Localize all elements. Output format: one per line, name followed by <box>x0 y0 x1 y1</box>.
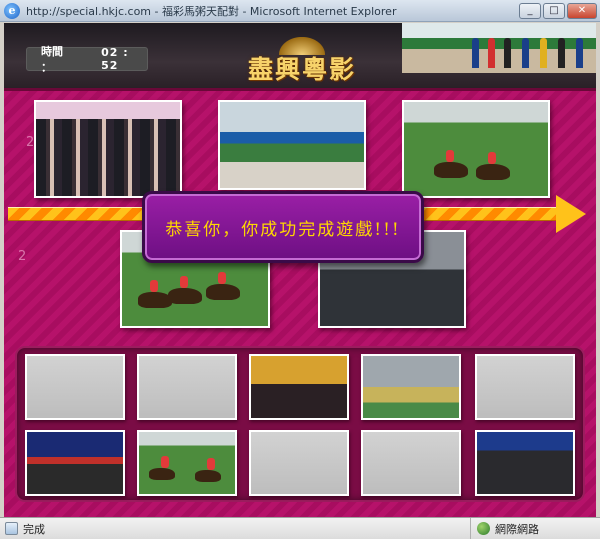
tray-slot-photo-award-banner[interactable] <box>25 430 125 496</box>
photo-horse-race-finish[interactable] <box>402 100 550 198</box>
window-titlebar: e http://special.hkjc.com - 福彩馬粥天配對 - Mi… <box>0 0 600 22</box>
photo-track-presentation[interactable] <box>218 100 366 190</box>
header-racecourse-photo <box>402 23 596 73</box>
tray-slot-photo-trophy-group[interactable] <box>475 430 575 496</box>
close-button[interactable]: ✕ <box>567 3 597 19</box>
matching-tray <box>15 346 585 502</box>
game-logo: 盡興粵影 <box>240 37 364 91</box>
photo-owners-group[interactable] <box>34 100 182 198</box>
browser-icon: e <box>4 2 20 19</box>
game-area: 時間 ： 02 : 52 盡興粵影 2 2 F F <box>4 23 596 517</box>
logo-crest-icon <box>279 37 325 55</box>
security-zone: 網際網路 <box>470 518 539 539</box>
tray-slot-photo-race[interactable] <box>137 430 237 496</box>
page-icon <box>5 522 18 535</box>
tray-slot-empty[interactable] <box>137 354 237 420</box>
tray-slot-empty[interactable] <box>475 354 575 420</box>
success-message: 恭喜你，你成功完成遊戲!!! <box>165 219 401 240</box>
success-message-popup: 恭喜你，你成功完成遊戲!!! <box>142 191 424 263</box>
minimize-button[interactable]: _ <box>519 3 541 19</box>
tray-slot-empty[interactable] <box>249 430 349 496</box>
browser-statusbar: 完成 網際網路 <box>0 517 600 539</box>
ghost-mark: 2 <box>18 249 27 264</box>
zone-label: 網際網路 <box>495 522 539 536</box>
window-title: http://special.hkjc.com - 福彩馬粥天配對 - Micr… <box>26 4 397 18</box>
game-header: 時間 ： 02 : 52 盡興粵影 <box>4 23 596 91</box>
ghost-mark: 2 <box>26 135 35 150</box>
timer-label: 時間 ： <box>41 45 63 74</box>
tray-slot-empty[interactable] <box>361 430 461 496</box>
tray-slot-photo-officials[interactable] <box>249 354 349 420</box>
tray-slot-empty[interactable] <box>25 354 125 420</box>
status-text: 完成 <box>23 522 45 536</box>
timer-display: 時間 ： 02 : 52 <box>26 45 148 74</box>
logo-text: 盡興粵影 <box>247 55 356 84</box>
globe-icon <box>477 522 490 535</box>
arrow-head-icon <box>556 195 586 233</box>
tray-slot-photo-ceremony-stage[interactable] <box>361 354 461 420</box>
timer-value: 02 : 52 <box>101 46 129 72</box>
maximize-button[interactable]: □ <box>543 3 565 19</box>
